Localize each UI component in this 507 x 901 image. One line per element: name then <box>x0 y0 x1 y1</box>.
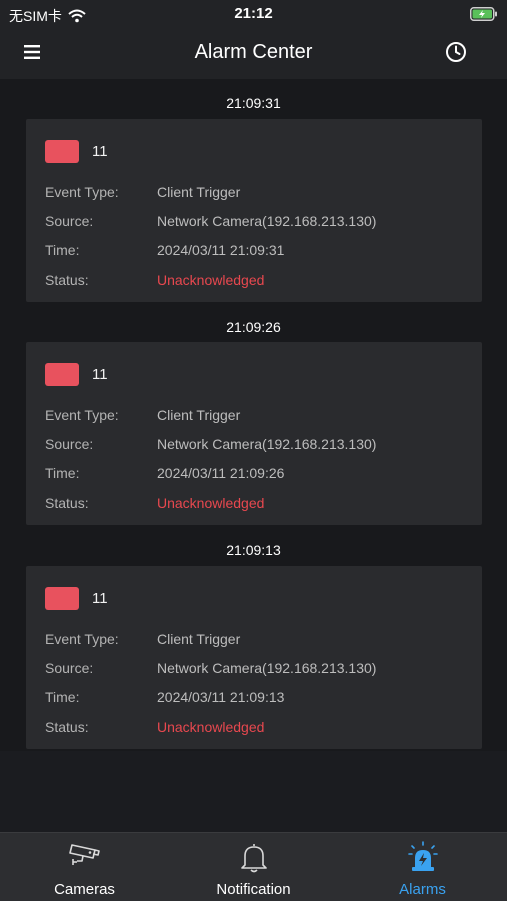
status-value: Unacknowledged <box>157 719 265 735</box>
page-title: Alarm Center <box>194 41 313 63</box>
source-label: Source: <box>45 213 94 229</box>
battery-charging-icon <box>470 7 497 21</box>
alarm-group-time: 21:09:26 <box>226 319 281 335</box>
tab-label: Notification <box>216 881 291 898</box>
tab-cameras[interactable]: Cameras <box>0 833 169 901</box>
source-value: Network Camera(192.168.213.130) <box>157 213 377 229</box>
tab-bar: Cameras Notification Alarms <box>0 832 507 901</box>
source-value: Network Camera(192.168.213.130) <box>157 660 377 676</box>
camera-badge <box>45 587 79 610</box>
source-label: Source: <box>45 660 94 676</box>
event-type-label: Event Type: <box>45 407 119 423</box>
tab-label: Cameras <box>54 881 115 898</box>
tab-notification[interactable]: Notification <box>169 833 338 901</box>
time-value: 2024/03/11 21:09:13 <box>157 689 285 705</box>
alarm-card[interactable]: 11 Event Type: Client Trigger Source: Ne… <box>26 566 482 749</box>
status-label: Status: <box>45 495 89 511</box>
empty-area <box>0 751 507 832</box>
event-type-value: Client Trigger <box>157 407 241 423</box>
camera-badge <box>45 363 79 386</box>
tab-label: Alarms <box>399 881 446 898</box>
alarm-group-time: 21:09:31 <box>226 95 281 111</box>
status-label: Status: <box>45 272 89 288</box>
event-type-value: Client Trigger <box>157 631 241 647</box>
cctv-camera-icon <box>68 844 100 865</box>
bell-icon <box>240 844 267 873</box>
history-clock-icon[interactable] <box>445 41 467 63</box>
time-label: Time: <box>45 689 80 705</box>
camera-badge <box>45 140 79 163</box>
time-label: Time: <box>45 465 80 481</box>
alarm-card[interactable]: 11 Event Type: Client Trigger Source: Ne… <box>26 119 482 302</box>
camera-number: 11 <box>92 590 108 607</box>
time-value: 2024/03/11 21:09:26 <box>157 465 285 481</box>
alarm-group-time: 21:09:13 <box>226 542 281 558</box>
event-type-value: Client Trigger <box>157 184 241 200</box>
app-header: Alarm Center <box>0 28 507 79</box>
camera-number: 11 <box>92 366 108 383</box>
time-value: 2024/03/11 21:09:31 <box>157 242 285 258</box>
time-label: Time: <box>45 242 80 258</box>
status-bar: 无SIM卡 21:12 <box>0 0 507 28</box>
source-value: Network Camera(192.168.213.130) <box>157 436 377 452</box>
alarm-list[interactable]: 21:09:31 11 Event Type: Client Trigger S… <box>0 79 507 751</box>
alarm-card[interactable]: 11 Event Type: Client Trigger Source: Ne… <box>26 342 482 525</box>
status-value: Unacknowledged <box>157 272 265 288</box>
tab-alarms[interactable]: Alarms <box>338 833 507 901</box>
alarm-siren-icon <box>407 841 438 871</box>
source-label: Source: <box>45 436 94 452</box>
event-type-label: Event Type: <box>45 184 119 200</box>
event-type-label: Event Type: <box>45 631 119 647</box>
status-time: 21:12 <box>234 5 273 22</box>
status-label: Status: <box>45 719 89 735</box>
camera-number: 11 <box>92 143 108 160</box>
status-value: Unacknowledged <box>157 495 265 511</box>
